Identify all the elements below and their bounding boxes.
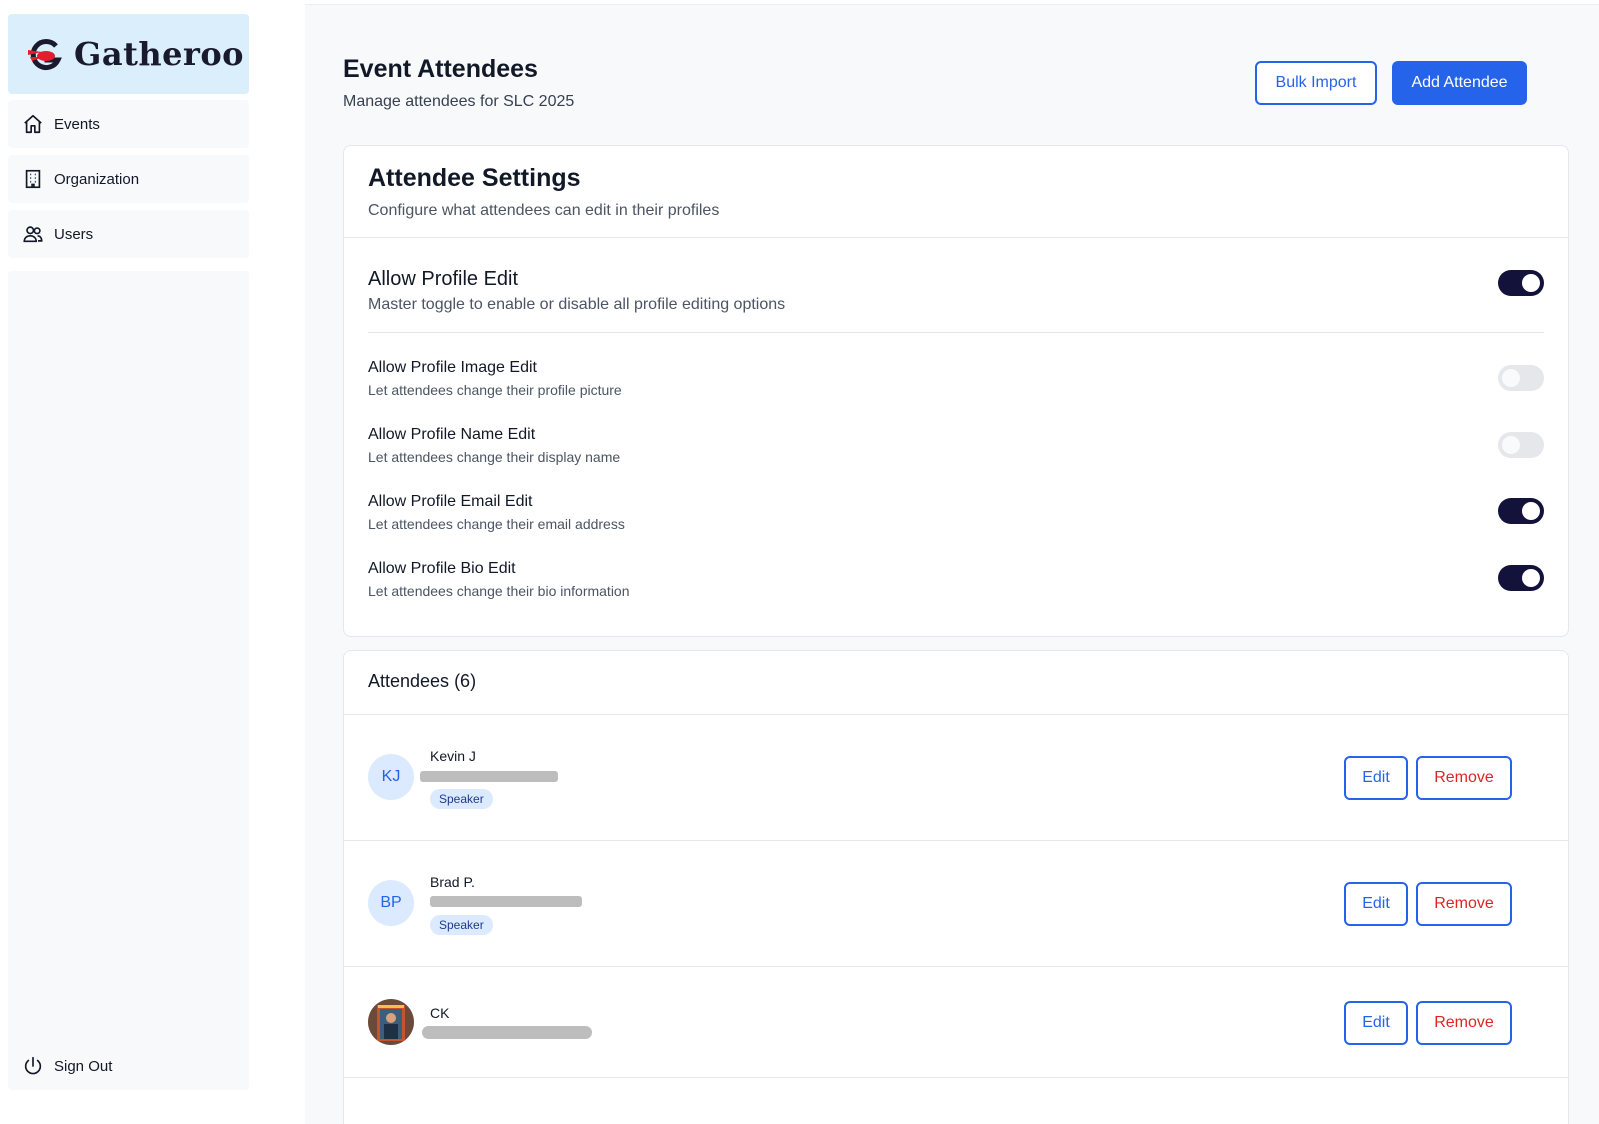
toggle-knob xyxy=(1522,274,1540,292)
remove-button[interactable]: Remove xyxy=(1416,756,1512,800)
sign-out-label: Sign Out xyxy=(54,1057,113,1075)
building-icon xyxy=(22,168,44,190)
home-icon xyxy=(22,113,44,135)
option-desc: Let attendees change their email address xyxy=(368,516,625,532)
table-row: KJ Kevin J Speaker Edit Remove xyxy=(344,715,1570,841)
option-desc: Let attendees change their profile pictu… xyxy=(368,382,622,398)
master-toggle-label: Allow Profile Edit xyxy=(368,268,519,290)
option-label: Allow Profile Name Edit xyxy=(368,426,536,443)
sidebar-item-label: Organization xyxy=(54,170,140,188)
edit-button[interactable]: Edit xyxy=(1344,756,1408,800)
toggle-knob xyxy=(1502,369,1520,387)
sidebar: Gatheroo Events Organization Users Sign … xyxy=(0,0,305,1124)
avatar-photo xyxy=(368,999,414,1045)
sidebar-empty-area xyxy=(8,271,249,1059)
attendees-title: Attendees (6) xyxy=(368,671,477,691)
settings-subtitle: Configure what attendees can edit in the… xyxy=(368,202,720,219)
toggle-knob xyxy=(1522,569,1540,587)
attendee-settings-card: Attendee Settings Configure what attende… xyxy=(343,145,1569,637)
power-icon xyxy=(22,1055,44,1077)
sidebar-item-label: Users xyxy=(54,225,94,243)
toggle-allow-profile-name-edit[interactable] xyxy=(1498,432,1544,458)
page-title: Event Attendees xyxy=(343,55,538,83)
bulk-import-button[interactable]: Bulk Import xyxy=(1255,61,1377,105)
brand-logo[interactable]: Gatheroo xyxy=(8,14,249,94)
toggle-allow-profile-edit[interactable] xyxy=(1498,270,1544,296)
avatar: KJ xyxy=(368,754,414,800)
avatar: BP xyxy=(368,880,414,926)
page-subtitle: Manage attendees for SLC 2025 xyxy=(343,93,575,110)
gatheroo-logo-icon xyxy=(28,39,62,71)
table-row: BP Brad P. Speaker Edit Remove xyxy=(344,841,1570,967)
option-label: Allow Profile Image Edit xyxy=(368,359,537,376)
role-badge: Speaker xyxy=(430,789,493,809)
role-badge: Speaker xyxy=(430,915,493,935)
sidebar-item-users[interactable]: Users xyxy=(8,210,249,258)
toggle-knob xyxy=(1502,436,1520,454)
attendee-name: Brad P. xyxy=(430,874,475,890)
table-row: CK Edit Remove xyxy=(344,967,1570,1077)
divider xyxy=(344,237,1568,238)
redacted-email xyxy=(422,1026,592,1039)
users-icon xyxy=(22,223,44,245)
redacted-email xyxy=(430,896,582,907)
add-attendee-button[interactable]: Add Attendee xyxy=(1392,61,1527,105)
remove-button[interactable]: Remove xyxy=(1416,882,1512,926)
sign-out-button[interactable]: Sign Out xyxy=(8,1042,249,1090)
master-toggle-desc: Master toggle to enable or disable all p… xyxy=(368,296,786,313)
divider xyxy=(368,332,1544,333)
option-label: Allow Profile Bio Edit xyxy=(368,560,516,577)
attendee-name: CK xyxy=(430,1005,450,1021)
option-desc: Let attendees change their bio informati… xyxy=(368,583,630,599)
option-label: Allow Profile Email Edit xyxy=(368,493,533,510)
main-content: Event Attendees Manage attendees for SLC… xyxy=(305,4,1599,1124)
toggle-allow-profile-email-edit[interactable] xyxy=(1498,498,1544,524)
toggle-knob xyxy=(1522,502,1540,520)
sidebar-item-label: Events xyxy=(54,115,100,133)
sidebar-item-events[interactable]: Events xyxy=(8,100,249,148)
brand-name: Gatheroo xyxy=(74,35,245,73)
edit-button[interactable]: Edit xyxy=(1344,1001,1408,1045)
remove-button[interactable]: Remove xyxy=(1416,1001,1512,1045)
sidebar-item-organization[interactable]: Organization xyxy=(8,155,249,203)
settings-title: Attendee Settings xyxy=(368,164,581,192)
attendees-card: Attendees (6) KJ Kevin J Speaker Edit Re… xyxy=(343,650,1569,1124)
edit-button[interactable]: Edit xyxy=(1344,882,1408,926)
attendee-name: Kevin J xyxy=(430,748,476,764)
option-desc: Let attendees change their display name xyxy=(368,449,621,465)
toggle-allow-profile-image-edit[interactable] xyxy=(1498,365,1544,391)
redacted-email xyxy=(420,771,558,782)
divider xyxy=(344,1077,1568,1078)
toggle-allow-profile-bio-edit[interactable] xyxy=(1498,565,1544,591)
